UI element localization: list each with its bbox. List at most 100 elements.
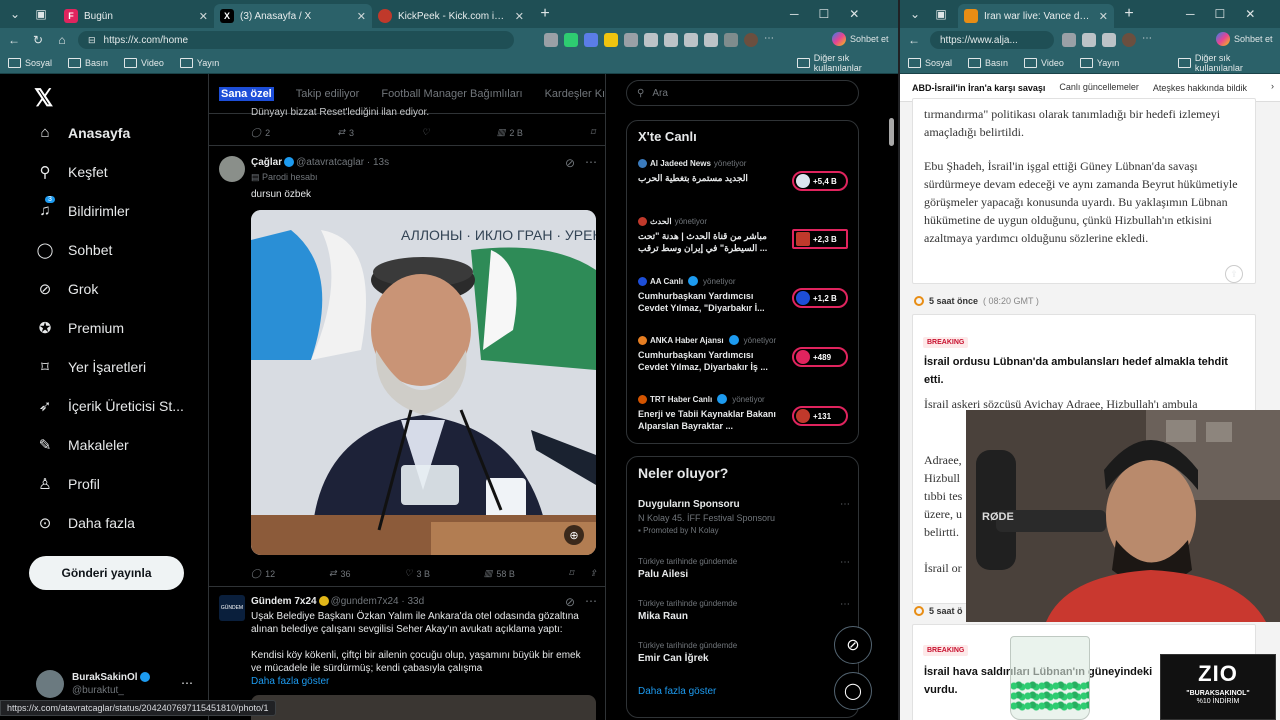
extension-icon[interactable] <box>624 33 638 47</box>
author-handle[interactable]: @gundem7x24 <box>331 596 399 607</box>
nav-home[interactable]: ⌂ Anasayfa <box>36 124 130 141</box>
tab-bugun[interactable]: F Bugün ✕ <box>58 4 214 28</box>
tab-live-updates[interactable]: Canlı güncellemeler <box>1059 76 1139 100</box>
bookmark-icon[interactable]: ⌑ <box>569 568 574 579</box>
site-info-icon[interactable]: ⊟ <box>88 35 96 46</box>
close-window-icon[interactable]: ✕ <box>1245 7 1255 21</box>
extension-icon[interactable] <box>604 33 618 47</box>
bookmark-folder[interactable]: Video <box>1024 58 1064 68</box>
nav-grok[interactable]: ⊘ Grok <box>36 280 99 298</box>
live-item[interactable]: TRT Haber Canlı yönetiyor Enerji ve Tabii… <box>638 394 850 432</box>
live-badge[interactable]: +131 <box>792 406 848 426</box>
tab-list[interactable]: Football Manager Bağımlıları <box>381 88 522 100</box>
live-badge[interactable]: +5,4 B <box>792 171 848 191</box>
extension-icon[interactable] <box>664 33 678 47</box>
new-tab-icon[interactable]: + <box>534 3 556 25</box>
tab-topic[interactable]: ABD-İsrail'in İran'a karşı savaşı <box>912 83 1045 93</box>
tab-list[interactable]: Kardeşler Kıraath <box>545 88 605 100</box>
live-item[interactable]: الحدث yönetiyor مباشر من قناة الحدث | هدن… <box>638 217 850 254</box>
nav-creator-studio[interactable]: ➶ İçerik Üreticisi St... <box>36 397 184 415</box>
copilot-chat-button[interactable]: Sohbet et <box>832 32 889 46</box>
author-name[interactable]: Çağlar <box>251 157 282 168</box>
more-icon[interactable]: ⋯ <box>840 599 850 610</box>
extension-icon[interactable] <box>1082 33 1096 47</box>
share-icon[interactable]: ⇪ <box>589 568 597 579</box>
live-item[interactable]: AA Canlı yönetiyor Cumhurbaşkanı Yardımcı… <box>638 276 850 314</box>
bookmark-button[interactable]: ⌑ <box>590 127 595 138</box>
profile-avatar-icon[interactable] <box>744 33 758 47</box>
bookmark-folder[interactable]: Sosyal <box>8 58 52 68</box>
trend-item[interactable]: Türkiye tarihinde gündemde Palu Ailesi ⋯ <box>638 557 850 580</box>
search-input[interactable]: ⚲ Ara <box>626 80 859 106</box>
new-tab-icon[interactable]: + <box>1118 3 1140 25</box>
account-switcher[interactable]: BurakSakinOl @buraktut_ ⋯ <box>36 670 193 698</box>
live-item[interactable]: Al Jadeed News yönetiyor الجديد مستمرة بت… <box>638 159 850 191</box>
show-more-link[interactable]: Daha fazla göster <box>251 675 593 688</box>
nav-notifications[interactable]: ♫ 3 Bildirimler <box>36 196 129 219</box>
grok-icon[interactable]: ⊘ <box>565 156 575 170</box>
other-bookmarks[interactable]: Diğer sık kullanılanlar <box>797 53 898 73</box>
views-button[interactable]: ▥ 2 B <box>497 127 523 138</box>
bookmark-folder[interactable]: Video <box>124 58 164 68</box>
nav-articles[interactable]: ✎ Makaleler <box>36 436 129 454</box>
more-icon[interactable]: ⋯ <box>840 557 850 568</box>
extension-icon[interactable] <box>644 33 658 47</box>
views-button[interactable]: ▥ 58 B <box>484 568 515 579</box>
more-icon[interactable]: ⋯ <box>585 594 597 608</box>
workspaces-icon[interactable]: ▣ <box>30 3 52 25</box>
grok-icon[interactable]: ⊘ <box>565 595 575 609</box>
grok-fab[interactable]: ⊘ <box>834 626 872 664</box>
scrollbar-thumb[interactable] <box>889 118 894 146</box>
bookmark-folder[interactable]: Yayın <box>180 58 219 68</box>
repost-button[interactable]: ⇄ 3 <box>337 127 354 138</box>
live-item[interactable]: ANKA Haber Ajansı yönetiyor Cumhurbaşkanı… <box>638 335 850 373</box>
close-icon[interactable]: ✕ <box>515 10 524 23</box>
maximize-icon[interactable]: ☐ <box>819 7 830 21</box>
tab-following[interactable]: Takip ediliyor <box>296 88 360 100</box>
live-badge[interactable]: +2,3 B <box>792 229 848 249</box>
tab-ceasefire[interactable]: Ateşkes hakkında bildik <box>1153 83 1247 93</box>
reply-button[interactable]: ◯ 2 <box>251 127 270 138</box>
minimize-icon[interactable]: ─ <box>1186 7 1195 21</box>
copilot-chat-button[interactable]: Sohbet et <box>1216 32 1273 46</box>
url-field[interactable]: ⊟ https://x.com/home <box>78 31 514 49</box>
tweet-time[interactable]: 33d <box>407 596 424 607</box>
minimize-icon[interactable]: ─ <box>790 7 799 21</box>
avatar[interactable] <box>219 156 245 182</box>
other-bookmarks[interactable]: Diğer sık kullanılanlar <box>1178 53 1280 73</box>
extension-icon[interactable] <box>1062 33 1076 47</box>
tab-actions-icon[interactable]: ⌄ <box>4 3 26 25</box>
url-field[interactable]: https://www.alja... <box>930 31 1054 49</box>
live-badge[interactable]: +1,2 B <box>792 288 848 308</box>
bookmark-folder[interactable]: Basın <box>68 58 108 68</box>
tab-aljazeera[interactable]: Iran war live: Vance departs for tal ✕ <box>958 4 1114 28</box>
tab-actions-icon[interactable]: ⌄ <box>904 3 926 25</box>
bookmark-folder[interactable]: Sosyal <box>908 58 952 68</box>
home-icon[interactable]: ⌂ <box>50 33 74 47</box>
trend-item[interactable]: Türkiye tarihinde gündemde Emir Can İğre… <box>638 641 850 664</box>
tab-for-you[interactable]: Sana özel <box>219 86 274 101</box>
maximize-icon[interactable]: ☐ <box>1215 7 1226 21</box>
extension-icon[interactable] <box>564 33 578 47</box>
nav-profile[interactable]: ♙ Profil <box>36 475 100 493</box>
close-icon[interactable]: ✕ <box>199 10 208 23</box>
profile-avatar-icon[interactable] <box>1122 33 1136 47</box>
tweet-media[interactable] <box>251 695 596 720</box>
bookmark-folder[interactable]: Yayın <box>1080 58 1119 68</box>
more-menu-icon[interactable]: ⋯ <box>764 33 774 47</box>
messages-fab[interactable]: ◯ <box>834 672 872 710</box>
x-logo-icon[interactable]: 𝕏 <box>34 84 53 113</box>
trend-item[interactable]: Duyguların Sponsoru N Kolay 45. İFF Fest… <box>638 499 850 535</box>
tab-x-home[interactable]: X (3) Anasayfa / X ✕ <box>214 4 372 28</box>
extension-icon[interactable] <box>584 33 598 47</box>
extension-icon[interactable] <box>704 33 718 47</box>
nav-explore[interactable]: ⚲ Keşfet <box>36 163 108 181</box>
author-handle[interactable]: @atavratcaglar <box>296 157 364 168</box>
trend-item[interactable]: Türkiye tarihinde gündemde Mika Raun ⋯ <box>638 599 850 622</box>
close-window-icon[interactable]: ✕ <box>849 7 859 21</box>
more-icon[interactable]: ⋯ <box>585 155 597 169</box>
show-more-trends-link[interactable]: Daha fazla göster <box>638 686 716 697</box>
author-name[interactable]: Gündem 7x24 <box>251 596 317 607</box>
tweet-photo[interactable]: АЛЛОНЫ · ИКЛО ГРАН · УРЕКС · ФОРМ ⊕ <box>251 210 596 555</box>
extension-icon[interactable] <box>684 33 698 47</box>
